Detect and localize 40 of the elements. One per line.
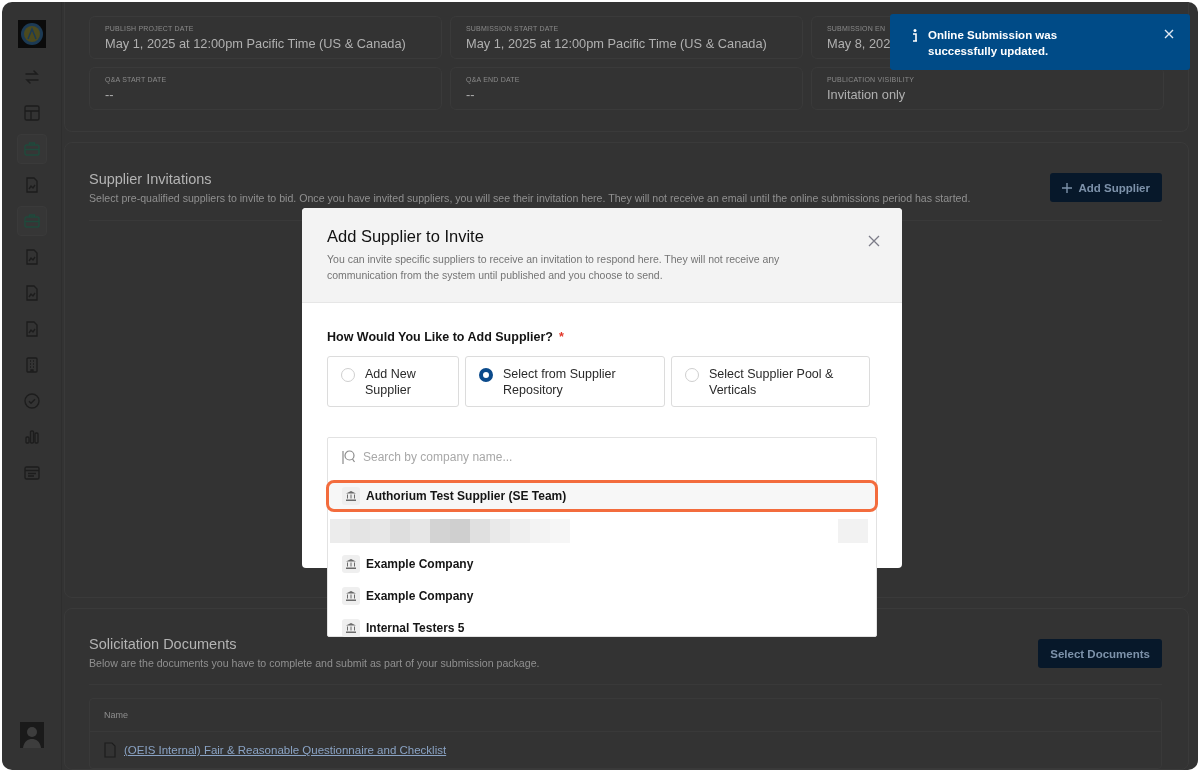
radio-option[interactable]: Select Supplier Pool & Verticals [671,356,870,407]
field-value: May 8, 202 [827,35,891,52]
radio-button[interactable] [479,368,493,382]
section-title: Solicitation Documents [89,636,237,652]
select-documents-button[interactable]: Select Documents [1038,639,1162,668]
bank-icon [346,559,356,569]
dialog-description: You can invite specific suppliers to receive an invitation to respond here. They will not receive any communication from the system until published and you choose to send. [327,252,781,283]
add-supplier-button[interactable]: Add Supplier [1050,173,1162,202]
bank-icon [346,491,356,501]
field-value: May 1, 2025 at 12:00pm Pacific Time (US & Canada) [105,35,406,52]
radio-option[interactable]: Add New Supplier [327,356,459,407]
radio-option[interactable]: Select from Supplier Repository [465,356,665,407]
section-title: Supplier Invitations [89,171,212,187]
field-value: -- [105,86,114,103]
avatar[interactable] [19,722,44,748]
required-mark: * [558,330,564,344]
column-header: Name [90,699,1161,732]
info-icon [912,29,918,42]
field-value: Invitation only [827,86,906,103]
document-link[interactable]: (OEIS Internal) Fair & Reasonable Questionnaire and Checklist [124,744,447,756]
dialog-title: Add Supplier to Invite [327,227,484,246]
plus-icon [1062,182,1073,193]
section-description: Below are the documents you have to complete and submit as part of your submission package. [89,657,540,669]
suggestion-item[interactable]: Authorium Test Supplier (SE Team) [326,480,878,512]
bank-icon [346,623,356,633]
bank-icon [346,591,356,601]
close-icon[interactable] [868,235,880,247]
question-label: How Would You Like to Add Supplier? [327,330,553,344]
field-value: May 1, 2025 at 12:00pm Pacific Time (US & Canada) [466,35,767,52]
toast-message: Online Submission was successfully updated. [928,28,1059,59]
sidebar-item[interactable] [16,206,47,236]
section-description: Select pre-qualified suppliers to invite to bid. Once you have invited suppliers, you will see their invitation here. They will not receive an email until the online submissions period has started. [89,192,971,204]
seal-logo [17,20,46,48]
suggestion-item[interactable]: Example Company [328,580,876,612]
suggestion-item[interactable]: Internal Testers 5 [328,612,876,644]
field-value: -- [466,86,475,103]
suggestion-item[interactable]: Example Company [328,548,876,580]
search-icon [342,449,355,465]
sidebar-item[interactable] [16,134,47,164]
search-field[interactable]: Search by company name... [361,449,862,465]
